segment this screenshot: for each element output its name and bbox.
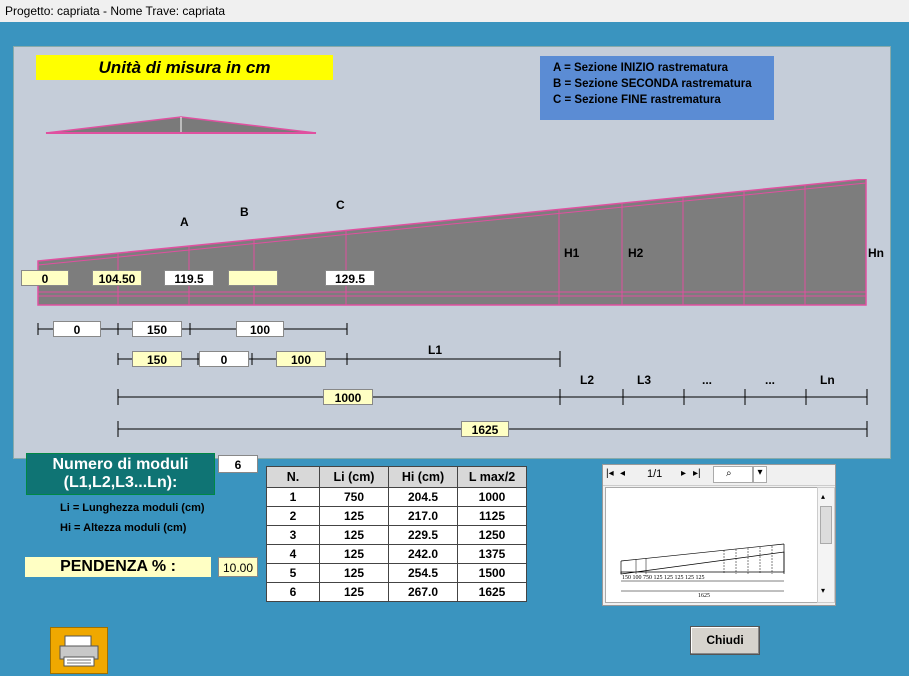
table-row[interactable]: 6 125 267.0 1625 [266, 582, 527, 602]
note-li: Li = Lunghezza moduli (cm) [60, 502, 205, 514]
close-button[interactable]: Chiudi [690, 626, 760, 655]
window-title: Progetto: capriata - Nome Trave: capriat… [5, 4, 226, 18]
label-h2: H2 [628, 246, 644, 260]
label-dots-1: ... [702, 373, 713, 387]
label-dots-2: ... [765, 373, 776, 387]
modules-count-label: Numero di moduli (L1,L2,L3...Ln): [26, 453, 215, 495]
slope-label: PENDENZA % : [25, 557, 211, 577]
label-c: C [336, 198, 345, 212]
label-hn: Hn [868, 246, 884, 260]
cell[interactable]: 267.0 [388, 582, 458, 602]
cell: 3 [266, 525, 320, 545]
cell: 6 [266, 582, 320, 602]
height-d-field[interactable]: 129.5 [325, 270, 375, 286]
first-page-icon[interactable]: |◂ [606, 468, 614, 479]
col-n: N. [266, 466, 320, 488]
table-row[interactable]: 4 125 242.0 1375 [266, 544, 527, 564]
cell[interactable]: 750 [319, 487, 389, 507]
note-hi: Hi = Altezza moduli (cm) [60, 522, 187, 534]
col-lmax: L max/2 [457, 466, 527, 488]
legend-a: A = Sezione INIZIO rastrematura [553, 62, 729, 74]
cell[interactable]: 125 [319, 582, 389, 602]
modules-count-field[interactable]: 6 [218, 455, 258, 473]
cell: 1625 [457, 582, 527, 602]
scroll-up-icon[interactable]: ▴ [821, 492, 825, 501]
cell[interactable]: 125 [319, 506, 389, 526]
label-a: A [180, 215, 189, 229]
dim-r2-field-3[interactable]: 100 [276, 351, 326, 367]
dim-r1-field-3[interactable]: 100 [236, 321, 284, 337]
preview-scrollbar[interactable]: ▴ ▾ [817, 487, 835, 603]
scroll-thumb[interactable] [820, 506, 832, 544]
modules-table: N. Li (cm) Hi (cm) L max/2 1 750 204.5 1000… [266, 466, 527, 602]
table-row[interactable]: 3 125 229.5 1250 [266, 525, 527, 545]
beam-elevation [37, 179, 867, 306]
col-hi: Hi (cm) [388, 466, 458, 488]
cell[interactable]: 229.5 [388, 525, 458, 545]
table-row[interactable]: 2 125 217.0 1125 [266, 506, 527, 526]
beam-drawing-panel: Unità di misura in cm A = Sezione INIZIO… [13, 46, 891, 459]
cell: 2 [266, 506, 320, 526]
label-b: B [240, 205, 249, 219]
dim-r1-field-2[interactable]: 150 [132, 321, 182, 337]
cell: 1 [266, 487, 320, 507]
zoom-dropdown[interactable]: ⌕ [713, 466, 753, 483]
page-indicator: 1/1 [647, 468, 663, 480]
preview-total-text: 1625 [698, 593, 710, 599]
height-c-field[interactable] [228, 270, 278, 286]
last-page-icon[interactable]: ▸| [693, 468, 701, 479]
dim-r2-field-1[interactable]: 150 [132, 351, 182, 367]
prev-page-icon[interactable]: ◂ [620, 468, 625, 479]
legend-c: C = Sezione FINE rastrematura [553, 94, 721, 106]
dim-r1-field-1[interactable]: 0 [53, 321, 101, 337]
slope-field[interactable]: 10.00 [218, 557, 258, 577]
section-legend: A = Sezione INIZIO rastrematura B = Sezi… [540, 56, 774, 120]
table-row[interactable]: 1 750 204.5 1000 [266, 487, 527, 507]
cell: 4 [266, 544, 320, 564]
legend-b: B = Sezione SECONDA rastrematura [553, 78, 752, 90]
cell: 1000 [457, 487, 527, 507]
height-b-field[interactable]: 119.5 [164, 270, 214, 286]
search-icon: ⌕ [726, 468, 732, 479]
cell[interactable]: 125 [319, 525, 389, 545]
title-bar: Progetto: capriata - Nome Trave: capriat… [0, 0, 909, 23]
cell: 1125 [457, 506, 527, 526]
print-button[interactable] [50, 627, 108, 674]
cell[interactable]: 254.5 [388, 563, 458, 583]
printer-icon [59, 635, 99, 667]
cell[interactable]: 204.5 [388, 487, 458, 507]
label-h1: H1 [564, 246, 580, 260]
scroll-down-icon[interactable]: ▾ [821, 586, 825, 595]
main-area: Unità di misura in cm A = Sezione INIZIO… [0, 22, 909, 674]
preview-page: 150 100 750 125 125 125 125 125 1625 [605, 487, 819, 603]
cell[interactable]: 125 [319, 544, 389, 564]
chevron-down-icon[interactable]: ▾ [753, 466, 767, 483]
height-start-field[interactable]: 0 [21, 270, 69, 286]
cell: 1375 [457, 544, 527, 564]
truss-overview [45, 116, 317, 134]
cell: 1250 [457, 525, 527, 545]
label-l2: L2 [580, 373, 595, 387]
label-ln: Ln [820, 373, 835, 387]
label-l1: L1 [428, 343, 443, 357]
dim-r2-field-2[interactable]: 0 [199, 351, 249, 367]
cell: 5 [266, 563, 320, 583]
next-page-icon[interactable]: ▸ [681, 468, 686, 479]
table-row[interactable]: 5 125 254.5 1500 [266, 563, 527, 583]
height-a-field[interactable]: 104.50 [92, 270, 142, 286]
report-preview: |◂ ◂ 1/1 ▸ ▸| ⌕ ▾ 150 100 750 125 125 12… [602, 464, 836, 606]
col-li: Li (cm) [319, 466, 389, 488]
cell[interactable]: 242.0 [388, 544, 458, 564]
cell[interactable]: 217.0 [388, 506, 458, 526]
label-l3: L3 [637, 373, 652, 387]
dim-total-l1-field[interactable]: 1000 [323, 389, 373, 405]
dim-total-field[interactable]: 1625 [461, 421, 509, 437]
preview-dims-text: 150 100 750 125 125 125 125 125 [622, 575, 705, 581]
preview-toolbar: |◂ ◂ 1/1 ▸ ▸| ⌕ ▾ [603, 465, 835, 486]
cell[interactable]: 125 [319, 563, 389, 583]
preview-drawing: 150 100 750 125 125 125 125 125 1625 [620, 543, 785, 599]
units-title: Unità di misura in cm [36, 55, 333, 80]
cell: 1500 [457, 563, 527, 583]
